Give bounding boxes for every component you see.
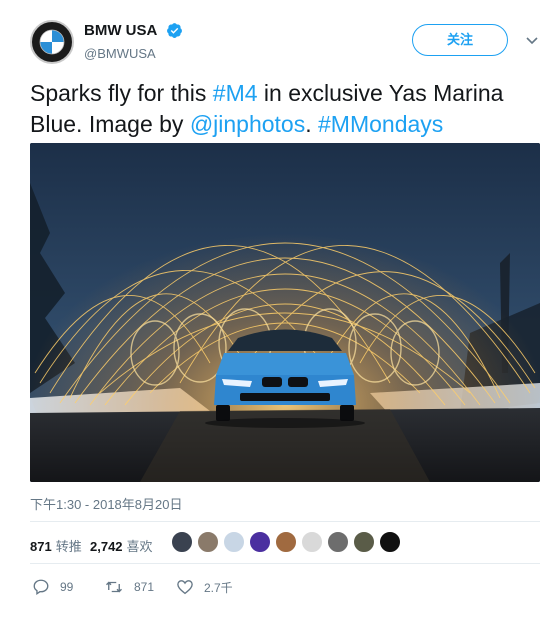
like-stat[interactable]: 2,742 喜欢: [90, 536, 153, 555]
retweet-button[interactable]: 871: [104, 577, 154, 597]
tweet-photo: [30, 143, 540, 482]
engagement-stats: 871 转推 2,742 喜欢: [30, 525, 540, 561]
like-count: 2.7千: [204, 580, 233, 595]
display-name[interactable]: BMW USA: [84, 22, 157, 39]
retweet-count: 871: [134, 580, 155, 594]
liker-avatar[interactable]: [223, 531, 245, 553]
reply-icon: [33, 579, 49, 596]
retweet-stat-count: 871: [30, 539, 52, 554]
hashtag-link[interactable]: #MMondays: [318, 111, 443, 137]
liker-avatar[interactable]: [275, 531, 297, 553]
tweet-image[interactable]: [30, 143, 540, 482]
tweet-text-segment: Sparks fly for this: [30, 80, 213, 106]
liker-avatar[interactable]: [379, 531, 401, 553]
liker-avatar[interactable]: [353, 531, 375, 553]
divider: [30, 563, 540, 564]
like-button[interactable]: 2.7千: [176, 577, 233, 597]
liker-avatar[interactable]: [301, 531, 323, 553]
verified-badge-icon: [166, 23, 182, 39]
mention-link[interactable]: @jinphotos: [190, 111, 305, 137]
tweet-text: Sparks fly for this #M4 in exclusive Yas…: [30, 78, 540, 140]
account-names: BMW USA @BMWUSA: [84, 22, 183, 61]
like-stat-label: 喜欢: [126, 539, 153, 554]
like-stat-count: 2,742: [90, 539, 123, 554]
retweet-stat-label: 转推: [55, 539, 82, 554]
divider: [30, 521, 540, 522]
liker-avatar[interactable]: [249, 531, 271, 553]
tweet-header: BMW USA @BMWUSA 关注: [30, 18, 540, 66]
retweet-icon: [106, 581, 122, 593]
follow-button[interactable]: 关注: [412, 24, 508, 56]
tweet-text-segment: .: [305, 111, 319, 137]
heart-icon: [177, 580, 193, 595]
liker-avatar[interactable]: [171, 531, 193, 553]
reply-button[interactable]: 99: [32, 577, 73, 597]
tweet-timestamp[interactable]: 下午1:30 - 2018年8月20日: [30, 494, 182, 513]
hashtag-link[interactable]: #M4: [213, 80, 258, 106]
liker-avatar[interactable]: [327, 531, 349, 553]
liker-avatar[interactable]: [197, 531, 219, 553]
chevron-down-icon[interactable]: [524, 32, 540, 48]
avatar[interactable]: [30, 20, 74, 64]
action-bar: 99 871 2.7千: [30, 573, 540, 601]
handle[interactable]: @BMWUSA: [84, 46, 183, 61]
bmw-roundel-icon: [33, 23, 71, 61]
reply-count: 99: [60, 580, 74, 594]
retweet-stat[interactable]: 871 转推: [30, 536, 82, 555]
